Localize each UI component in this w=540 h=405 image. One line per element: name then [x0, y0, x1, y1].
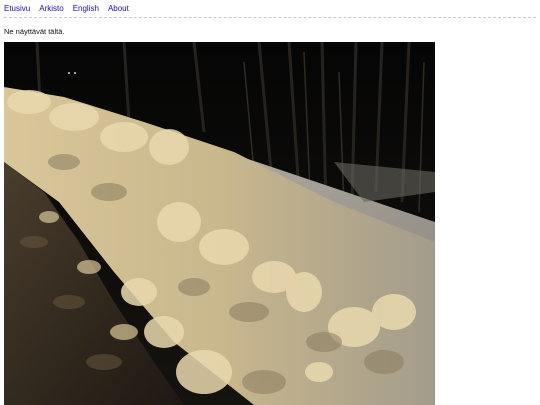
header-divider [4, 17, 536, 18]
nav-link-arkisto[interactable]: Arkisto [39, 4, 63, 16]
post-caption: Ne näyttävät tältä. [4, 27, 65, 36]
top-nav: Etusivu Arkisto English About [4, 4, 129, 16]
nav-link-english[interactable]: English [73, 4, 99, 16]
snowbank-photo [4, 42, 435, 405]
nav-link-etusivu[interactable]: Etusivu [4, 4, 30, 16]
nav-link-about[interactable]: About [108, 4, 129, 16]
snowbank-image [4, 42, 435, 405]
